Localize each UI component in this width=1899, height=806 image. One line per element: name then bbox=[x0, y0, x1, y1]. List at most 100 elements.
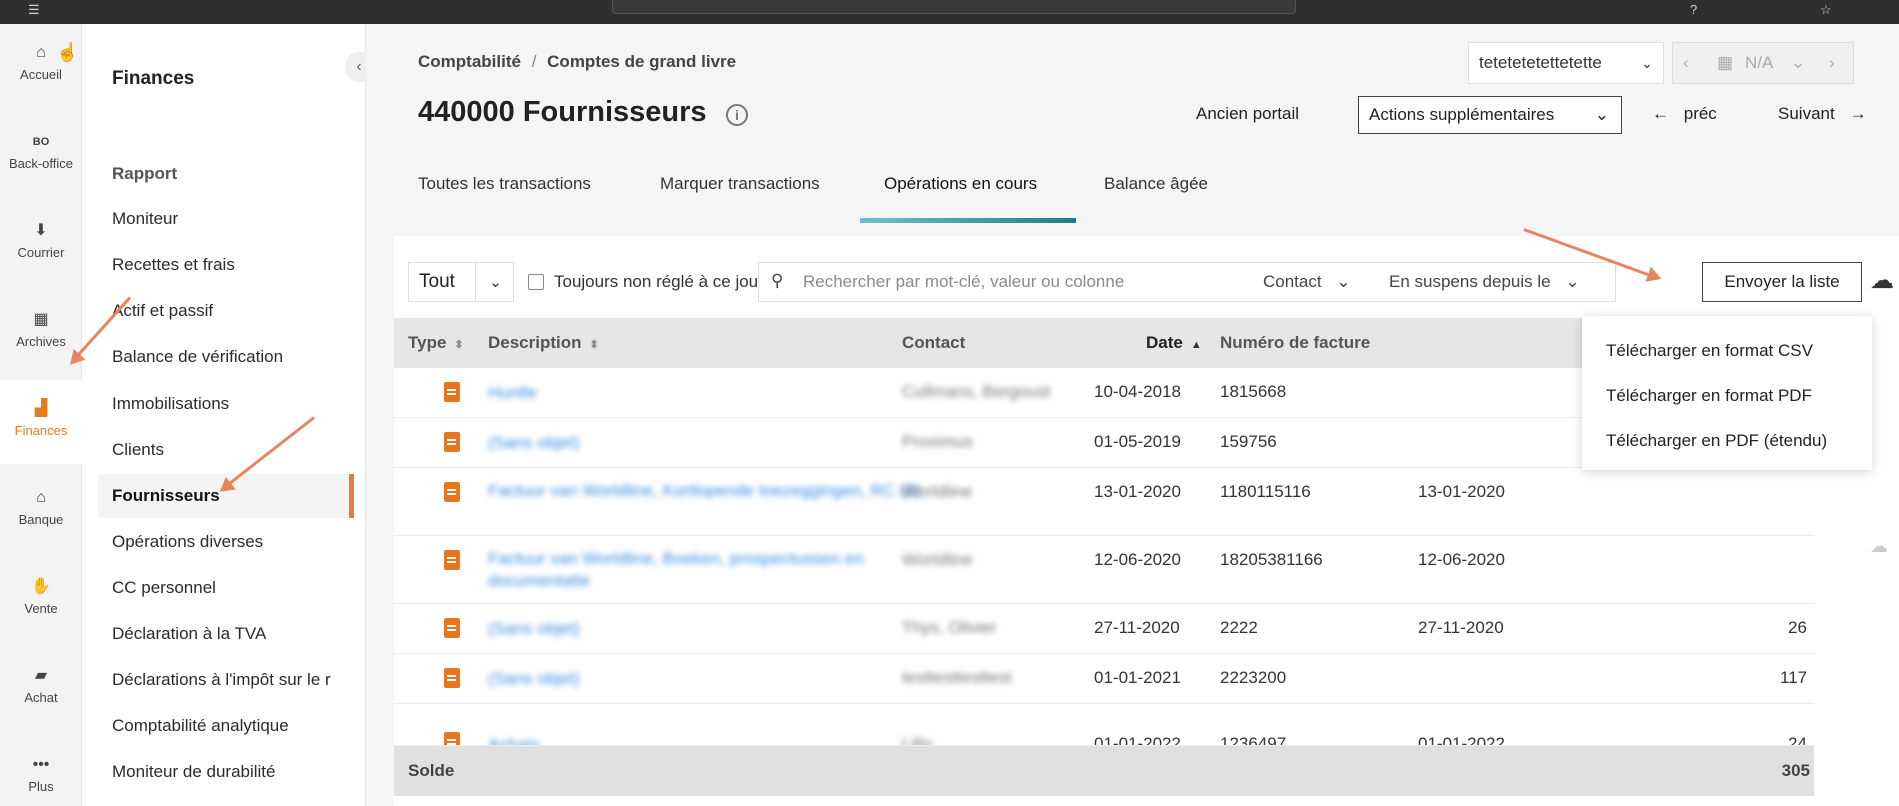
calendar-icon: ▦ bbox=[1717, 53, 1734, 72]
subnav-item-comptabilite-analytique[interactable]: Comptabilité analytique bbox=[98, 704, 354, 748]
rail-item-accueil[interactable]: ⌂ Accueil bbox=[0, 24, 82, 108]
subnav-item-declaration-tva[interactable]: Déclaration à la TVA bbox=[98, 612, 354, 656]
status-filter-value: Tout bbox=[419, 271, 455, 292]
next-button[interactable]: Suivant → bbox=[1778, 104, 1866, 124]
breadcrumb-comptes-grand-livre[interactable]: Comptes de grand livre bbox=[547, 52, 736, 71]
row-description[interactable]: Factuur van Worldline, Boeken, prospectu… bbox=[488, 548, 948, 592]
table-row[interactable]: Achats Lillo 01-01-2022 1236497 01-01-20… bbox=[394, 704, 1814, 746]
search-icon: ⚲ bbox=[771, 271, 784, 290]
row-invoice: 159756 bbox=[1220, 432, 1277, 451]
help-icon[interactable]: ? bbox=[1690, 2, 1697, 17]
row-contact: Cullmans, Bergoust bbox=[902, 382, 1051, 401]
subnav-section-title: Rapport bbox=[112, 164, 178, 183]
subnav-item-clients[interactable]: Clients bbox=[98, 428, 354, 472]
column-header-description-label: Description bbox=[488, 333, 582, 352]
row-description[interactable]: (Sans objet) bbox=[488, 432, 580, 454]
chevron-left-icon: ‹ bbox=[356, 58, 362, 75]
subnav-item-balance-verification[interactable]: Balance de vérification bbox=[98, 335, 354, 379]
handshake-icon: ✋ bbox=[31, 578, 51, 595]
global-search[interactable] bbox=[612, 0, 1296, 14]
row-invoice: 18205381166 bbox=[1220, 550, 1323, 569]
row-description[interactable]: Achats bbox=[488, 734, 540, 745]
old-portal-link[interactable]: Ancien portail bbox=[1196, 104, 1299, 124]
row-amount: 24 bbox=[1788, 734, 1807, 746]
rail-item-banque[interactable]: ⌂ Banque bbox=[0, 469, 82, 553]
row-date: 27-11-2020 bbox=[1094, 618, 1180, 637]
rail-item-vente[interactable]: ✋ Vente bbox=[0, 558, 82, 642]
column-header-invoice-number[interactable]: Numéro de facture bbox=[1220, 333, 1370, 353]
table-row[interactable]: (Sans objet) testtesttesttest 01-01-2021… bbox=[394, 654, 1814, 704]
tab-marquer-transactions[interactable]: Marquer transactions bbox=[660, 174, 820, 194]
row-description[interactable]: Factuur van Worldline, Kortlopende toeze… bbox=[488, 480, 948, 502]
column-header-description[interactable]: Description ⬍ bbox=[488, 333, 599, 353]
tab-operations-en-cours[interactable]: Opérations en cours bbox=[884, 174, 1037, 194]
tab-toutes-transactions[interactable]: Toutes les transactions bbox=[418, 174, 591, 194]
subnav-item-cc-personnel[interactable]: CC personnel bbox=[98, 566, 354, 610]
status-filter-select[interactable]: Tout ⌄ bbox=[408, 262, 514, 302]
row-description[interactable]: Huntle bbox=[488, 382, 537, 404]
chevron-right-icon[interactable]: › bbox=[1829, 43, 1835, 83]
subnav-item-recettes-frais[interactable]: Recettes et frais bbox=[98, 243, 354, 287]
invoice-document-icon bbox=[444, 618, 460, 638]
row-description[interactable]: (Sans objet) bbox=[488, 618, 580, 640]
row-date: 01-01-2021 bbox=[1094, 668, 1181, 687]
bank-icon: ⌂ bbox=[36, 489, 46, 506]
previous-button[interactable]: ← préc bbox=[1652, 104, 1717, 124]
row-amount: 117 bbox=[1780, 668, 1808, 687]
main-rail: ⌂ Accueil BO Back-office ⬇ Courrier ▦ Ar… bbox=[0, 24, 82, 806]
period-selector[interactable]: ‹ ▦ N/A ⌄ › bbox=[1672, 42, 1854, 84]
chevron-down-icon: ⌄ bbox=[1336, 272, 1351, 291]
column-header-contact[interactable]: Contact bbox=[902, 333, 965, 353]
sort-ascending-icon: ▲ bbox=[1190, 339, 1202, 351]
row-invoice: 2222 bbox=[1220, 618, 1258, 637]
chevron-left-icon[interactable]: ‹ bbox=[1683, 43, 1689, 83]
download-pdf-extended-menu-item[interactable]: Télécharger en PDF (étendu) bbox=[1582, 418, 1872, 463]
unsettled-checkbox[interactable] bbox=[528, 274, 544, 290]
balance-value: 305 bbox=[1781, 761, 1810, 780]
balance-label: Solde bbox=[408, 761, 455, 780]
rail-item-plus[interactable]: ••• Plus bbox=[0, 736, 82, 806]
row-date: 01-01-2022 bbox=[1094, 734, 1181, 746]
more-actions-dropdown[interactable]: Actions supplémentaires ⌄ bbox=[1358, 96, 1622, 134]
rail-item-back-office[interactable]: BO Back-office bbox=[0, 113, 82, 197]
column-header-date[interactable]: Date ▲ bbox=[1146, 333, 1202, 353]
send-list-button[interactable]: Envoyer la liste bbox=[1702, 262, 1862, 302]
table-row[interactable]: Factuur van Worldline, Boeken, prospectu… bbox=[394, 536, 1814, 604]
info-icon[interactable]: i bbox=[726, 104, 748, 126]
contact-filter[interactable]: Contact ⌄ bbox=[1263, 272, 1351, 292]
period-value: N/A bbox=[1745, 53, 1774, 72]
bar-chart-icon: ▟ bbox=[34, 400, 48, 417]
rail-item-achat[interactable]: ▰ Achat bbox=[0, 647, 82, 731]
subnav-item-immobilisations[interactable]: Immobilisations bbox=[98, 382, 354, 426]
rail-item-finances[interactable]: ▟ Finances bbox=[0, 380, 82, 464]
subnav-item-operations-diverses[interactable]: Opérations diverses bbox=[98, 520, 354, 564]
row-description[interactable]: (Sans objet) bbox=[488, 668, 580, 690]
cloud-download-icon[interactable]: ☁ bbox=[1870, 266, 1894, 295]
subnav-item-moniteur-durabilite[interactable]: Moniteur de durabilité bbox=[98, 750, 354, 794]
tab-balance-agee[interactable]: Balance âgée bbox=[1104, 174, 1208, 194]
subnav-item-moniteur[interactable]: Moniteur bbox=[98, 197, 354, 241]
row-due-date: 27-11-2020 bbox=[1418, 618, 1504, 637]
subnav-item-actif-passif[interactable]: Actif et passif bbox=[98, 289, 354, 333]
arrow-left-icon: ← bbox=[1652, 104, 1669, 123]
row-contact: Thys, Olivier bbox=[902, 618, 997, 637]
menu-icon[interactable]: ☰ bbox=[28, 2, 40, 18]
pending-since-label: En suspens depuis le bbox=[1389, 272, 1551, 291]
previous-label: préc bbox=[1683, 104, 1717, 123]
row-contact: Proximus bbox=[902, 432, 973, 451]
column-header-type[interactable]: Type ⬍ bbox=[408, 333, 464, 353]
row-invoice: 2223200 bbox=[1220, 668, 1287, 687]
row-due-date: 13-01-2020 bbox=[1418, 482, 1505, 501]
rail-item-courrier[interactable]: ⬇ Courrier bbox=[0, 202, 82, 286]
table-row[interactable]: Factuur van Worldline, Kortlopende toeze… bbox=[394, 468, 1814, 536]
subnav-item-declarations-impot[interactable]: Déclarations à l'impôt sur le r bbox=[98, 658, 354, 702]
pending-since-filter[interactable]: En suspens depuis le ⌄ bbox=[1389, 272, 1580, 292]
breadcrumb-comptabilite[interactable]: Comptabilité bbox=[418, 52, 521, 71]
mouse-pointer-icon: ☝ bbox=[56, 42, 79, 62]
table-search-input[interactable] bbox=[803, 269, 1243, 295]
company-select[interactable]: tetetetetettetette ⌄ bbox=[1468, 42, 1664, 84]
download-csv-menu-item[interactable]: Télécharger en format CSV bbox=[1582, 328, 1872, 373]
download-pdf-menu-item[interactable]: Télécharger en format PDF bbox=[1582, 373, 1872, 418]
table-row[interactable]: (Sans objet) Thys, Olivier 27-11-2020 22… bbox=[394, 604, 1814, 654]
star-icon[interactable]: ☆ bbox=[1820, 2, 1832, 18]
